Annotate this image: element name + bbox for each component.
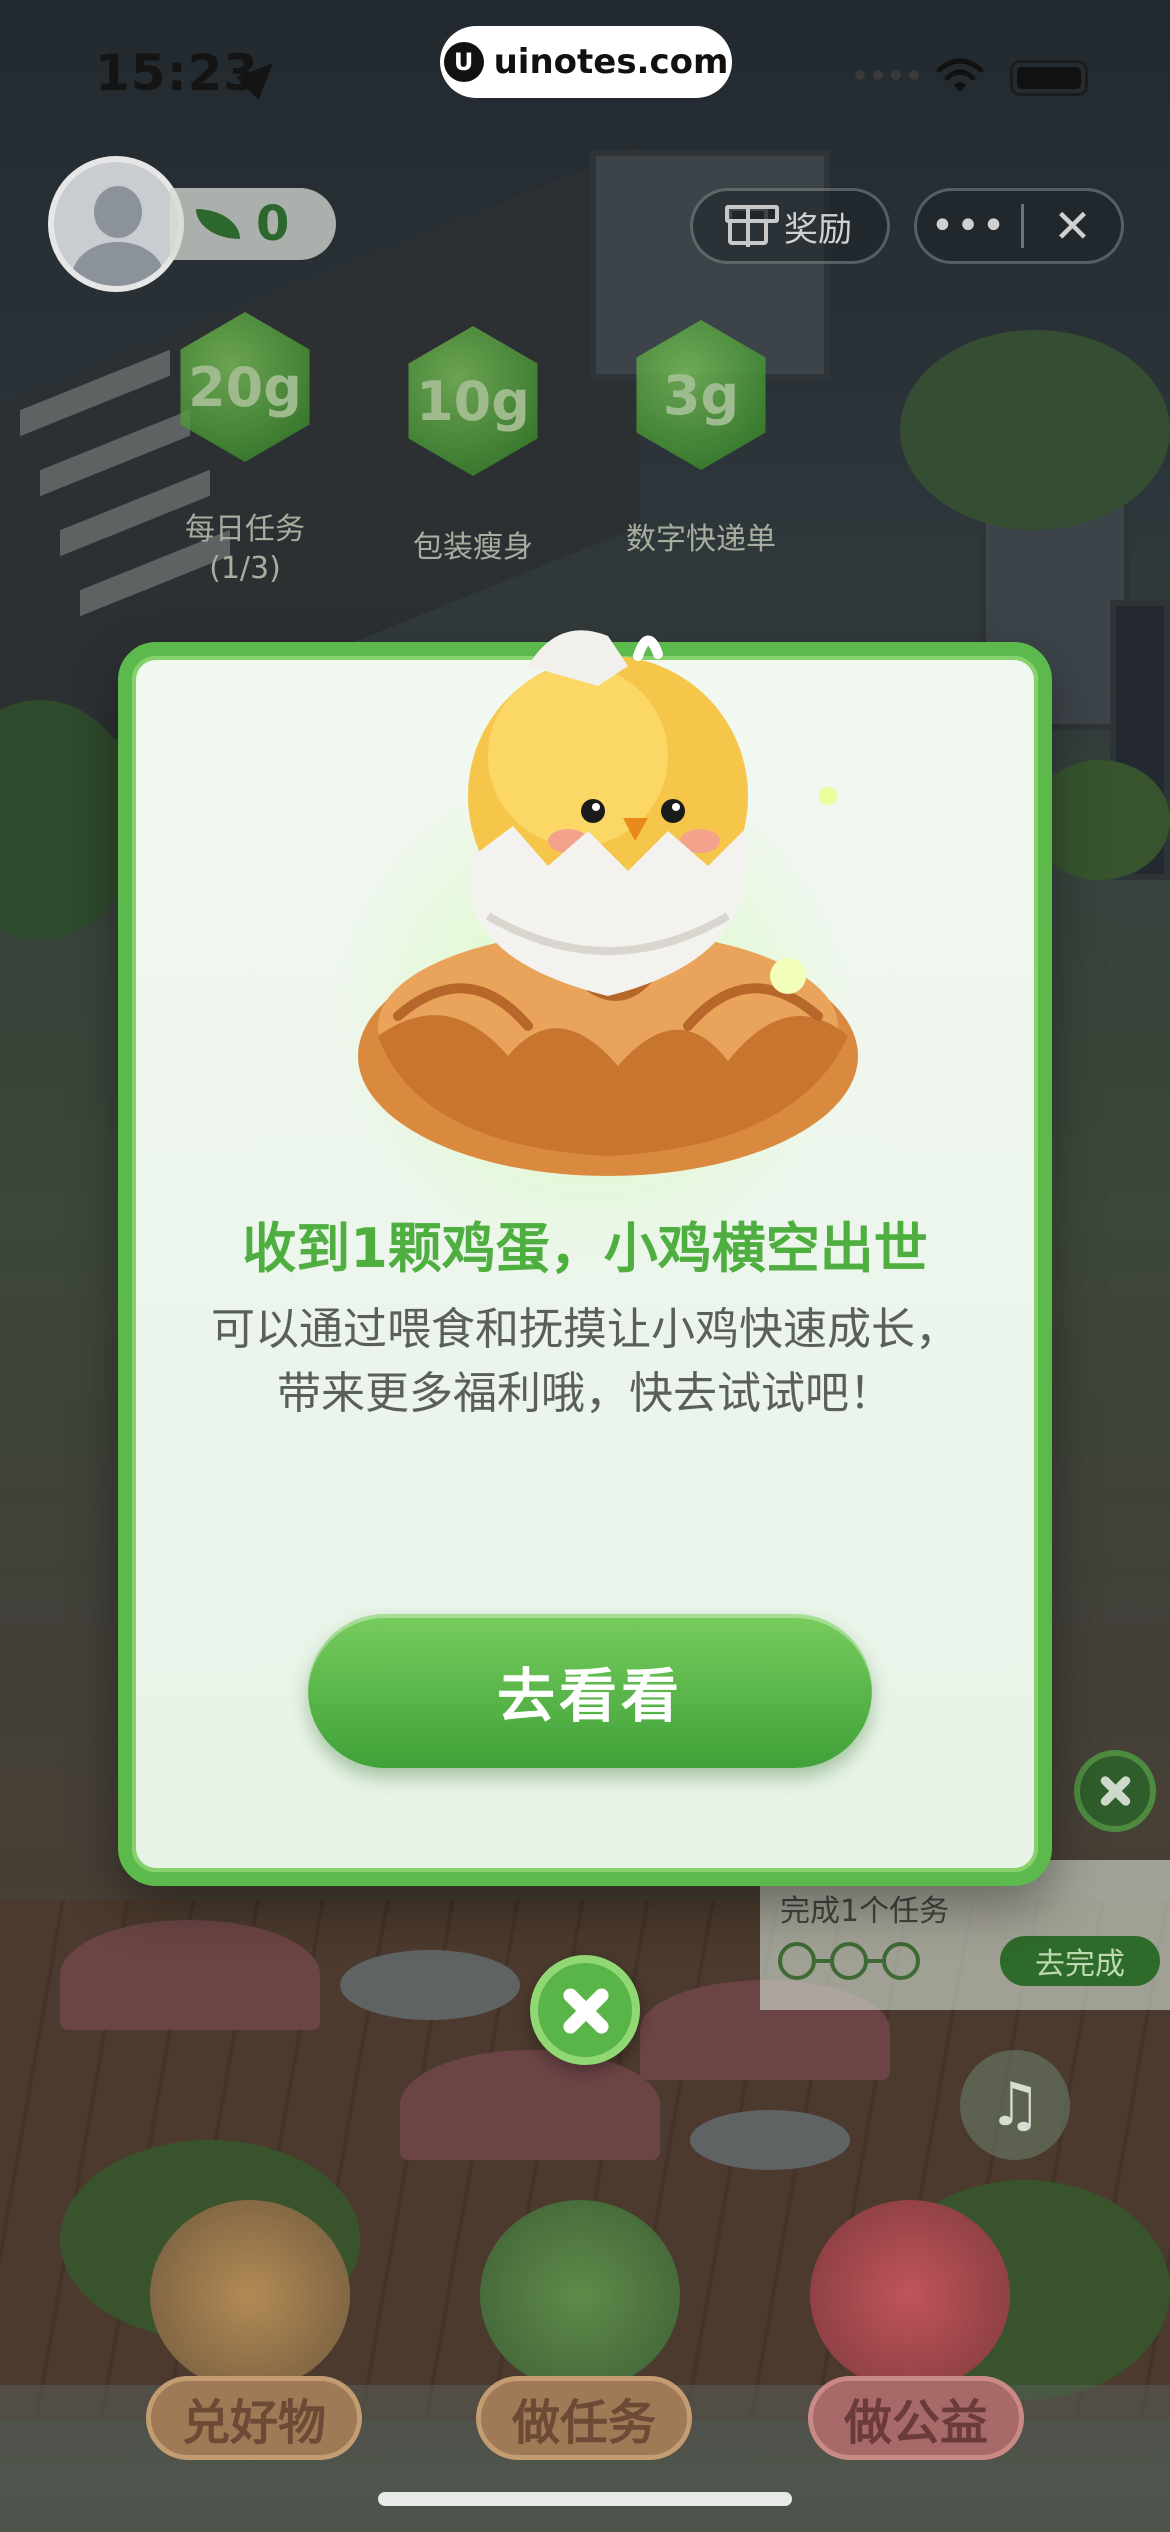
status-time: 15:23	[95, 44, 260, 102]
go-see-button[interactable]: 去看看	[308, 1614, 872, 1768]
heart-charity-illustration	[810, 2200, 1010, 2390]
task-go-button[interactable]: 去完成	[1000, 1936, 1160, 1986]
reward-modal: 收到1颗鸡蛋，小鸡横空出世 可以通过喂食和抚摸让小鸡快速成长， 带来更多福利哦，…	[118, 630, 1052, 1886]
more-button[interactable]: •••	[917, 191, 1021, 261]
bubble-value: 10g	[416, 369, 530, 433]
nav-redeem-goods[interactable]: 兑好物	[146, 2376, 362, 2460]
wifi-icon	[936, 58, 984, 92]
chick-in-egg-illustration	[358, 630, 858, 1176]
close-mini-program-button[interactable]: ✕	[1024, 191, 1121, 261]
task-board-illustration	[480, 2200, 680, 2390]
music-off-icon[interactable]: ♫	[960, 2050, 1070, 2160]
energy-count: 0	[256, 196, 290, 252]
avatar[interactable]	[48, 156, 184, 292]
shop-illustration	[150, 2200, 350, 2390]
bubble-label-daily-task: 每日任务 (1/3)	[185, 512, 305, 586]
mini-program-capsule: ••• ✕	[914, 188, 1124, 264]
uinotes-logo-icon: U	[443, 42, 484, 82]
modal-close-button[interactable]	[530, 1955, 640, 2065]
task-progress-steps	[778, 1942, 920, 1980]
energy-counter: 0	[170, 188, 336, 260]
task-step-connector	[868, 1959, 882, 1963]
status-bar: 15:23 U uinotes.com	[0, 0, 1170, 140]
nav-do-tasks[interactable]: 做任务	[476, 2376, 692, 2460]
task-card-text: 完成1个任务	[780, 1894, 950, 1929]
task-step	[830, 1942, 868, 1980]
url-pill: U uinotes.com	[440, 26, 732, 98]
close-icon	[1098, 1774, 1132, 1808]
battery-icon	[1010, 60, 1088, 96]
modal-title: 收到1颗鸡蛋，小鸡横空出世	[242, 1217, 928, 1280]
leaf-icon	[196, 209, 240, 239]
url-text: uinotes.com	[493, 42, 729, 82]
reward-button[interactable]: 奖励	[690, 188, 890, 264]
modal-description: 可以通过喂食和抚摸让小鸡快速成长， 带来更多福利哦，快去试试吧！	[211, 1304, 959, 1419]
task-step	[882, 1942, 920, 1980]
task-step-connector	[816, 1959, 830, 1963]
close-icon	[559, 1984, 611, 2036]
nav-charity[interactable]: 做公益	[808, 2376, 1024, 2460]
bubble-value: 3g	[662, 363, 740, 427]
task-step	[778, 1942, 816, 1980]
gift-icon	[725, 205, 779, 247]
reward-label: 奖励	[784, 209, 852, 250]
bubble-label-digital-receipt: 数字快递单	[626, 522, 776, 557]
signal-icon	[855, 70, 919, 80]
task-close-button[interactable]	[1074, 1750, 1156, 1832]
home-indicator[interactable]	[378, 2492, 792, 2506]
bubble-value: 20g	[188, 355, 302, 419]
